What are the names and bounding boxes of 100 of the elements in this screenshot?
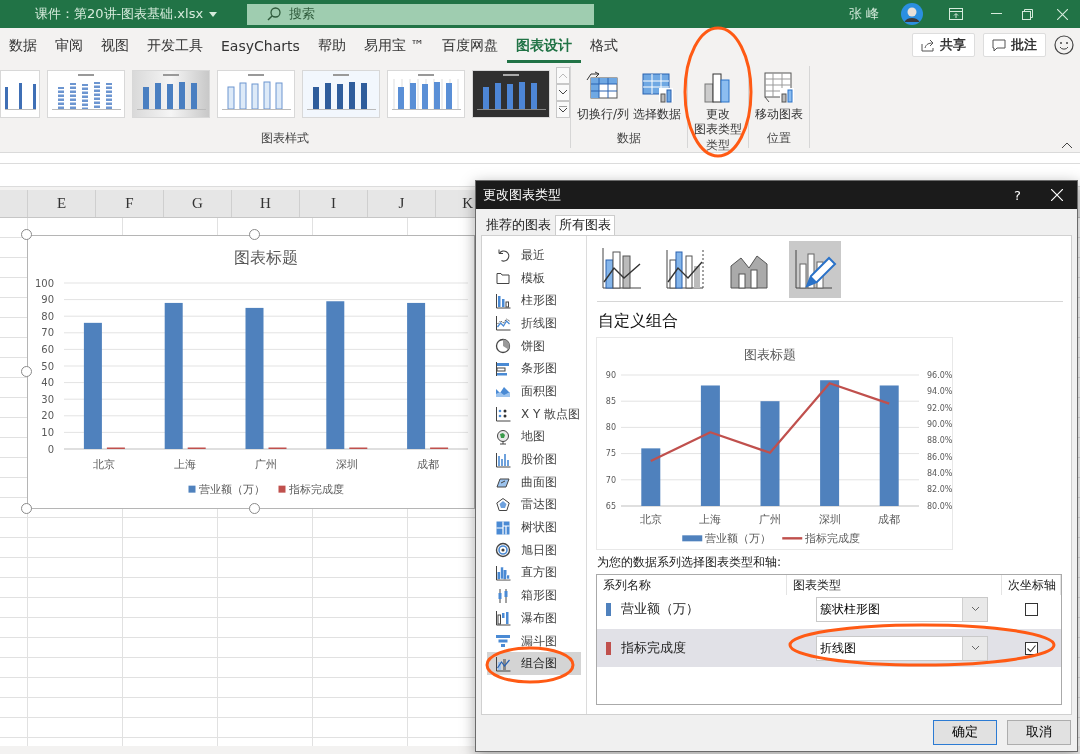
scroll-down-button[interactable] — [556, 84, 570, 101]
axis-category-label: 北京 — [639, 513, 662, 525]
column-header[interactable]: G — [192, 195, 203, 212]
dialog-tab[interactable]: 所有图表 — [555, 215, 615, 235]
chart-type-dropdown[interactable]: 折线图 — [816, 635, 988, 661]
restore-icon[interactable] — [1022, 8, 1033, 20]
stock-chart-icon — [495, 451, 511, 468]
chart-bar — [641, 448, 661, 506]
chart-type-item[interactable]: X Y 散点图 — [487, 402, 581, 426]
chart-style-thumbnail[interactable] — [132, 70, 210, 118]
resize-handle[interactable] — [21, 366, 32, 377]
column-header: 图表类型 — [793, 576, 841, 594]
axis-category-label: 成都 — [416, 458, 439, 471]
ok-button[interactable]: 确定 — [933, 720, 997, 745]
chart-style-thumbnail[interactable] — [0, 70, 40, 118]
resize-handle[interactable] — [249, 229, 260, 240]
chart-style-thumbnail[interactable] — [217, 70, 295, 118]
column-header[interactable]: E — [56, 195, 67, 212]
ribbon-tab[interactable]: 格式 — [581, 30, 628, 63]
caret-icon[interactable] — [209, 11, 218, 17]
axis-tick-label: 94.0% — [927, 387, 952, 397]
sunburst-icon — [495, 542, 511, 559]
ribbon-tab[interactable]: 帮助 — [308, 30, 355, 63]
minimize-icon[interactable] — [991, 13, 1002, 15]
axis-tick-label: 75 — [605, 449, 616, 459]
chart-style-thumbnail[interactable] — [302, 70, 380, 118]
chart-object[interactable]: 图表标题 0 10 20 30 40 50 60 70 80 90 100 北京 上海 广州 深圳 成都 营业额（万） 指标完成度 — [27, 235, 475, 509]
collapse-icon[interactable] — [1062, 142, 1072, 148]
axis-category-label: 深圳 — [335, 458, 358, 471]
ribbon-button[interactable]: 移动图表 — [753, 66, 806, 122]
ribbon-tab[interactable]: 开发工具 — [138, 30, 212, 63]
bar-chart-icon — [495, 360, 511, 377]
axis-category-label: 上海 — [174, 458, 197, 471]
chart-subtype-button[interactable] — [789, 240, 841, 298]
ribbon-button[interactable]: 选择数据 — [631, 66, 684, 122]
share-button[interactable]: 共享 — [912, 33, 975, 57]
ribbon-tab[interactable]: 审阅 — [46, 30, 92, 63]
chart-type-item[interactable]: 箱形图 — [487, 584, 581, 607]
section-heading: 自定义组合 — [598, 311, 679, 332]
document-title[interactable]: 课件：第20讲-图表基础.xlsx — [35, 5, 204, 23]
chart-type-item[interactable]: 地图 — [487, 425, 581, 449]
user-name[interactable]: 张 峰 — [848, 5, 879, 23]
line-chart-icon — [495, 315, 511, 332]
chart-type-item[interactable]: 曲面图 — [487, 470, 581, 494]
chart-type-item[interactable]: 瀑布图 — [487, 607, 581, 630]
chart-style-thumbnail[interactable] — [387, 70, 465, 118]
chart-type-item[interactable]: 漏斗图 — [487, 629, 581, 653]
axis-tick-label: 10 — [41, 426, 54, 438]
column-header[interactable]: H — [260, 195, 271, 212]
chart-type-item[interactable]: 面积图 — [487, 380, 581, 403]
chart-type-item[interactable]: 树状图 — [487, 516, 581, 539]
column-header[interactable]: I — [331, 195, 336, 212]
series-row[interactable]: 指标完成度 折线图 — [597, 629, 1061, 667]
chart-type-item[interactable]: 最近 — [487, 244, 581, 267]
avatar-icon[interactable] — [901, 3, 923, 25]
column-header: 系列名称 — [603, 576, 651, 594]
chart-type-item[interactable]: 模板 — [487, 266, 581, 290]
ribbon-button[interactable]: 切换行/列 — [575, 66, 632, 122]
chart-style-thumbnail[interactable] — [472, 70, 550, 118]
ribbon-tab[interactable]: 视图 — [92, 30, 138, 63]
chart-type-item[interactable]: 条形图 — [487, 357, 581, 381]
series-row[interactable]: 营业额（万） 簇状柱形图 — [597, 595, 1061, 623]
legend-marker-icon — [188, 485, 196, 493]
column-header[interactable]: F — [125, 195, 134, 212]
resize-handle[interactable] — [21, 503, 32, 514]
search-field[interactable]: 搜索 — [247, 3, 595, 25]
chart-title: 图表标题 — [234, 248, 298, 267]
chart-type-item[interactable]: 旭日图 — [487, 538, 581, 562]
chart-type-item[interactable]: 柱形图 — [487, 289, 581, 313]
chart-type-item[interactable]: 股价图 — [487, 448, 581, 471]
axis-tick-label: 65 — [605, 501, 616, 511]
ribbon-tab[interactable]: 百度网盘 — [433, 30, 508, 63]
chart-type-item[interactable]: 雷达图 — [487, 493, 581, 517]
axis-tick-label: 100 — [34, 277, 54, 289]
column-header[interactable]: J — [398, 195, 405, 212]
secondary-axis-checkbox[interactable] — [1025, 641, 1038, 655]
resize-handle[interactable] — [249, 503, 260, 514]
axis-tick-label: 30 — [41, 393, 54, 405]
chart-style-thumbnail[interactable] — [47, 70, 125, 118]
dialog-tab[interactable]: 推荐的图表 — [482, 215, 555, 235]
ribbon-display-icon[interactable] — [949, 8, 963, 20]
more-button[interactable] — [556, 101, 570, 118]
ribbon-tab[interactable]: 图表设计 — [507, 30, 582, 63]
comment-button[interactable]: 批注 — [983, 33, 1046, 57]
secondary-axis-checkbox[interactable] — [1025, 602, 1038, 616]
ribbon-button[interactable]: 更改 图表类型 — [692, 66, 745, 137]
chart-type-item[interactable]: 饼图 — [487, 334, 581, 358]
cancel-button[interactable]: 取消 — [1007, 720, 1071, 745]
axis-tick-label: 96.0% — [927, 370, 952, 380]
smiley-icon[interactable] — [1054, 35, 1074, 55]
chart-type-item[interactable]: 折线图 — [487, 312, 581, 335]
chart-type-dropdown[interactable]: 簇状柱形图 — [816, 596, 988, 622]
chart-type-item[interactable]: 直方图 — [487, 561, 581, 585]
axis-category-label: 广州 — [255, 458, 277, 471]
resize-handle[interactable] — [21, 229, 32, 240]
ribbon-tab[interactable]: EasyCharts — [212, 31, 309, 62]
help-button[interactable]: ? — [1014, 187, 1021, 203]
ribbon-tab[interactable]: 数据 — [0, 30, 46, 63]
column-header[interactable]: K — [462, 195, 473, 212]
ribbon-tab[interactable]: 易用宝 ™ — [354, 30, 434, 63]
